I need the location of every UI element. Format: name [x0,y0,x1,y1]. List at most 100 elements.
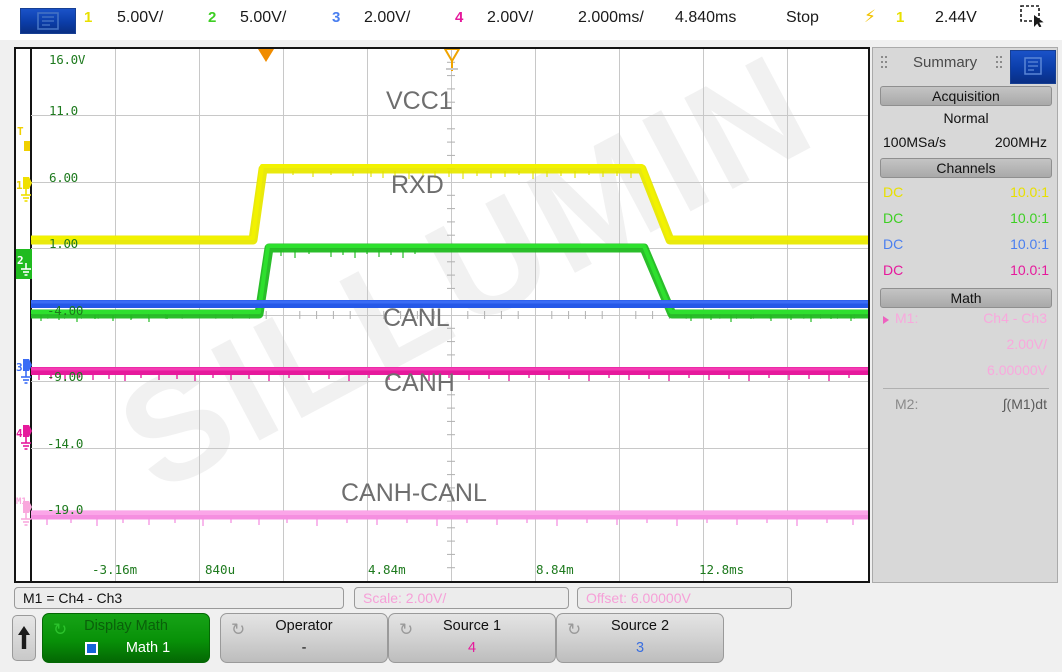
bandwidth: 200MHz [994,134,1047,150]
y-tick-label: 1.00 [49,236,78,251]
math-scale-field[interactable]: Scale: 2.00V/ [354,587,569,609]
channel-3-ground-marker: 3 [16,361,23,374]
channel-2-ground-marker: 2 [17,254,24,267]
waveform-label-canl: CANL [383,304,450,332]
softkey-operator[interactable]: ↻ Operator - [220,613,388,663]
math-m2-expression: ∫(M1)dt [1002,396,1047,412]
y-tick-label: -4.00 [47,303,84,318]
channel-1-coupling: DC [883,184,904,200]
drag-handle-left[interactable] [881,56,888,72]
summary-panel[interactable]: Summary Acquisition Normal 100MSa/s 200M… [872,47,1058,583]
trigger-level-marker: T [17,125,24,138]
trace-vcc1 [31,164,868,245]
math-m1-scale: 2.00V/ [1006,336,1047,352]
math-status-bar: M1 = Ch4 - Ch3 Scale: 2.00V/ Offset: 6.0… [14,587,792,609]
y-tick-label: 16.0V [49,52,86,67]
summary-panel-icon[interactable] [1010,50,1056,84]
waveform-label-vcc1: VCC1 [386,87,453,115]
softkey-display-math[interactable]: ↻ Display Math Math 1 [42,613,210,663]
x-tick-label: 8.84m [536,562,574,577]
softkey-source-2-title: Source 2 [610,618,670,634]
timebase-scale[interactable]: 2.000ms/ [578,9,644,27]
channel-3-probe: 10.0:1 [1010,236,1049,252]
channel-2-probe: 10.0:1 [1010,210,1049,226]
divider [883,388,1049,389]
trigger-source[interactable]: 1 [896,9,904,26]
x-tick-label: 4.84m [368,562,406,577]
drag-handle-right[interactable] [996,56,1003,72]
math-offset-field[interactable]: Offset: 6.00000V [577,587,792,609]
channel-2-coupling: DC [883,210,904,226]
trace-canh-minus-canl [31,510,868,526]
delay-marker-icon [258,49,274,62]
softkey-source-1[interactable]: ↻ Source 1 4 [388,613,556,663]
trigger-delay[interactable]: 4.840ms [675,9,736,27]
channel-4-number[interactable]: 4 [455,9,463,26]
channel-1-ground-marker: 1 [16,179,23,192]
channel-4-scale[interactable]: 2.00V/ [487,9,533,27]
trigger-level[interactable]: 2.44V [935,9,977,27]
top-status-bar: 1 5.00V/ 2 5.00V/ 3 2.00V/ 4 2.00V/ 2.00… [0,0,1062,40]
oscilloscope-screen: 1 5.00V/ 2 5.00V/ 3 2.00V/ 4 2.00V/ 2.00… [0,0,1062,672]
softkey-display-math-value: Math 1 [125,640,171,656]
y-tick-label: -9.00 [47,369,84,384]
summary-panel-header: Summary [873,48,1059,84]
channel-4-coupling: DC [883,262,904,278]
expand-arrow-icon[interactable] [883,316,889,324]
channel-summary-row-1[interactable]: DC 10.0:1 [873,184,1059,205]
waveform-label-canh-canl: CANH-CANL [341,479,487,507]
acquisition-mode: Normal [943,110,989,126]
channel-3-scale[interactable]: 2.00V/ [364,9,410,27]
math-m1-expression: Ch4 - Ch3 [983,310,1047,326]
channel-1-number[interactable]: 1 [84,9,92,26]
trace-rxd [31,243,868,322]
x-tick-label: 840u [205,562,236,577]
channel-3-coupling: DC [883,236,904,252]
display-icon[interactable] [20,8,76,34]
y-tick-label: -14.0 [47,436,84,451]
softkey-source-2-value: 3 [635,640,645,656]
softkey-operator-value: - [301,640,307,656]
x-tick-label: 12.8ms [699,562,745,577]
channel-4-probe: 10.0:1 [1010,262,1049,278]
trigger-position-markers [258,49,461,71]
y-tick-label: 6.00 [49,170,78,185]
math-section-header[interactable]: Math [880,288,1052,308]
waveform-display[interactable]: SILLUMIN VCC1 RXD CANL CANH CANH-CANL 16… [14,47,870,583]
channel-summary-row-4[interactable]: DC 10.0:1 [873,262,1059,283]
acquisition-section-header[interactable]: Acquisition [880,86,1052,106]
channel-summary-row-3[interactable]: DC 10.0:1 [873,236,1059,257]
y-tick-label: 11.0 [49,103,78,118]
softkey-source-1-value: 4 [467,640,477,656]
selection-cursor-icon[interactable] [1020,5,1046,28]
channel-2-scale[interactable]: 5.00V/ [240,9,286,27]
channel-1-probe: 10.0:1 [1010,184,1049,200]
trace-canl [31,300,868,308]
math-expression-field[interactable]: M1 = Ch4 - Ch3 [14,587,344,609]
channel-2-number[interactable]: 2 [208,9,216,26]
waveform-label-canh: CANH [384,369,455,397]
channels-section-header[interactable]: Channels [880,158,1052,178]
waveform-label-rxd: RXD [391,171,444,199]
summary-panel-title: Summary [913,54,978,71]
math-m1-offset: 6.00000V [987,362,1047,378]
softkey-operator-title: Operator [275,618,333,634]
softkey-source-2[interactable]: ↻ Source 2 3 [556,613,724,663]
softkey-bar: ↻ Display Math Math 1 ↻ Operator - ↻ Sou… [8,613,1054,665]
arrow-up-icon[interactable] [12,615,36,661]
channel-ground-markers[interactable]: T 1 2 3 4 M1 [16,49,32,581]
sample-rate: 100MSa/s [883,134,947,150]
plot-area[interactable]: SILLUMIN VCC1 RXD CANL CANH CANH-CANL 16… [31,49,868,581]
softkey-display-math-title: Display Math [84,618,168,634]
channel-summary-row-2[interactable]: DC 10.0:1 [873,210,1059,231]
math-m1-label: M1: [895,310,919,326]
math-m2-label: M2: [895,396,919,412]
lightning-bolt-icon: ⚡ [864,7,876,27]
channel-1-scale[interactable]: 5.00V/ [117,9,163,27]
trigger-marker-icon [443,49,461,63]
y-tick-label: -19.0 [47,502,84,517]
x-tick-label: -3.16m [92,562,138,577]
run-state[interactable]: Stop [786,9,819,27]
channel-3-number[interactable]: 3 [332,9,340,26]
softkey-source-1-title: Source 1 [442,618,502,634]
